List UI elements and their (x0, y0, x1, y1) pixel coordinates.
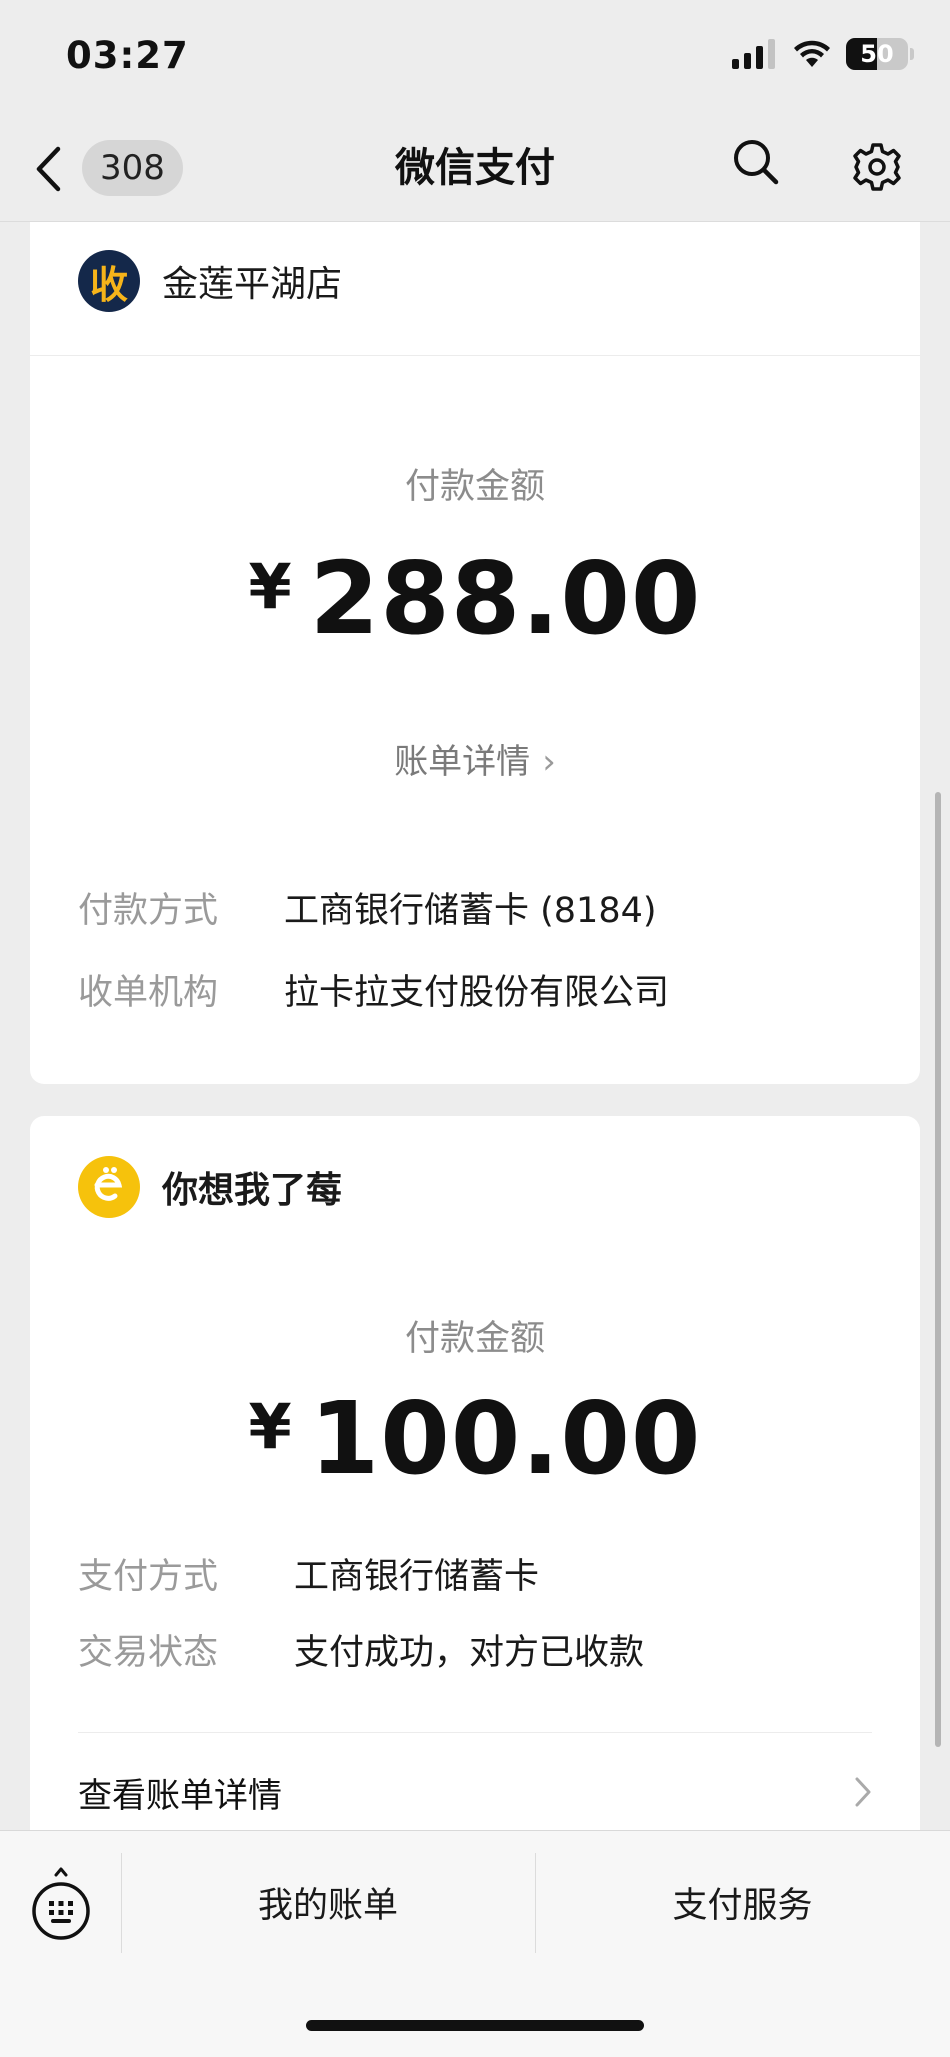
cellular-signal-icon (732, 39, 775, 69)
settings-button[interactable] (852, 142, 902, 192)
tab-payment-services[interactable]: 支付服务 (535, 1877, 950, 1928)
amount-value: 288.00 (309, 540, 702, 657)
chevron-right-icon (855, 1777, 871, 1807)
amount-value: 100.00 (309, 1380, 702, 1497)
search-icon (734, 140, 779, 185)
payment-card-1[interactable]: 收 金莲平湖店 付款金额 ¥ 288.00 账单详情 › 付款方式 工商银行储蓄卡… (30, 222, 920, 1084)
merchant-name: 金莲平湖店 (162, 264, 343, 305)
info-value: 支付成功，对方已收款 (294, 1633, 645, 1673)
divider (78, 1732, 872, 1733)
payment-method-row: 支付方式 工商银行储蓄卡 (78, 1548, 539, 1599)
merchant-header: 收 金莲平湖店 (78, 250, 342, 312)
payment-amount: ¥ 288.00 (30, 540, 920, 657)
payment-amount: ¥ 100.00 (30, 1380, 920, 1497)
status-time: 03:27 (66, 34, 189, 77)
divider (30, 355, 920, 356)
currency-symbol: ¥ (248, 1390, 292, 1463)
tab-my-bills[interactable]: 我的账单 (121, 1877, 535, 1928)
currency-symbol: ¥ (248, 550, 292, 623)
keyboard-icon (32, 1867, 90, 1940)
gear-icon (853, 143, 901, 191)
keyboard-toggle-button[interactable] (28, 1867, 94, 1947)
nav-bar: 308 微信支付 (0, 110, 950, 222)
payment-method-row: 付款方式 工商银行储蓄卡 (8184) (78, 882, 657, 933)
merchant-name: 你想我了莓 (162, 1170, 343, 1211)
chevron-right-icon: › (542, 742, 556, 782)
view-bill-details-label: 查看账单详情 (78, 1775, 282, 1816)
smiley-e-icon (94, 1167, 123, 1201)
scrollbar[interactable] (935, 792, 941, 1747)
bill-details-label: 账单详情 (394, 742, 531, 782)
info-value: 工商银行储蓄卡 (294, 1557, 540, 1597)
wifi-icon (794, 40, 830, 67)
merchant-logo (78, 1156, 140, 1218)
info-value: 工商银行储蓄卡 (8184) (284, 891, 657, 931)
acquirer-row: 收单机构 拉卡拉支付股份有限公司 (78, 964, 669, 1015)
home-indicator[interactable] (306, 2020, 644, 2031)
bill-details-link[interactable]: 账单详情 › (30, 734, 920, 783)
info-value: 拉卡拉支付股份有限公司 (284, 973, 670, 1013)
transaction-status-row: 交易状态 支付成功，对方已收款 (78, 1624, 644, 1675)
search-button[interactable] (732, 138, 780, 186)
status-icons: 50 (732, 38, 914, 70)
info-label: 交易状态 (78, 1633, 219, 1673)
status-bar: 03:27 50 (0, 0, 950, 110)
info-label: 收单机构 (78, 973, 219, 1013)
battery-tip (910, 48, 914, 60)
battery-level: 50 (860, 40, 894, 68)
battery-icon: 50 (846, 38, 908, 70)
page-title: 微信支付 (395, 145, 555, 191)
info-label: 付款方式 (78, 891, 219, 931)
info-label: 支付方式 (78, 1557, 219, 1597)
merchant-header: 你想我了莓 (78, 1156, 342, 1218)
merchant-logo: 收 (78, 250, 140, 312)
amount-label: 付款金额 (404, 1319, 545, 1359)
amount-label: 付款金额 (404, 467, 545, 507)
view-bill-details-row[interactable]: 查看账单详情 (78, 1762, 872, 1822)
